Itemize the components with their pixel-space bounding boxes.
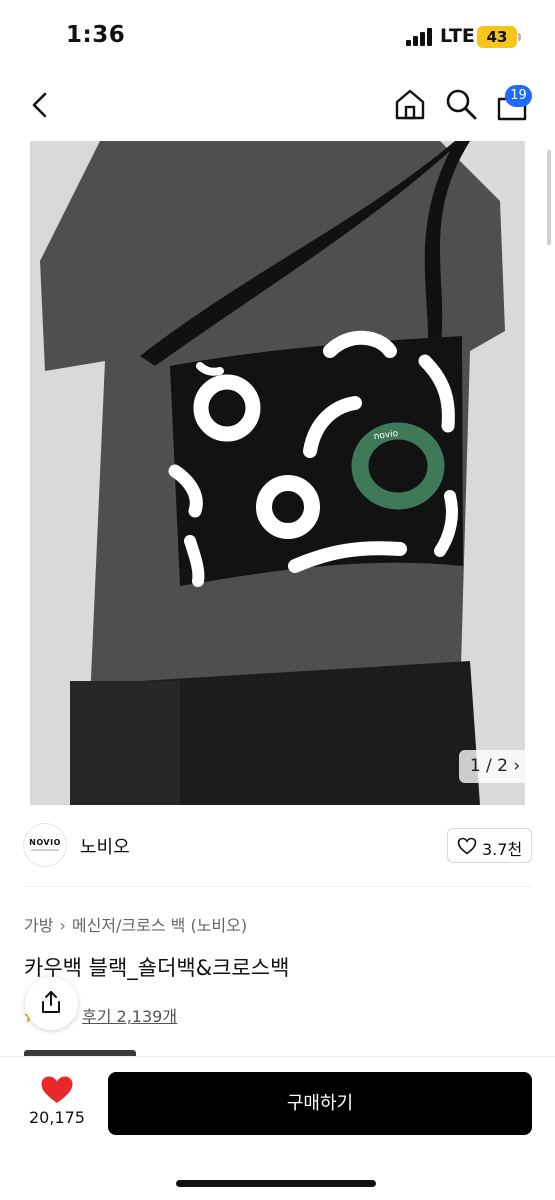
product-image[interactable]: novio <box>30 141 525 805</box>
share-icon <box>42 991 60 1013</box>
brand-like-count: 3.7천 <box>482 840 523 859</box>
brand-name[interactable]: 노비오 <box>80 833 130 859</box>
brand-logo-underline <box>31 849 59 851</box>
brand-like-button[interactable]: 3.7천 <box>447 828 532 863</box>
buy-button[interactable]: 구매하기 <box>108 1072 532 1135</box>
share-button[interactable] <box>25 977 78 1030</box>
wishlist-button[interactable]: 20,175 <box>24 1072 90 1134</box>
heart-outline-icon <box>457 837 477 855</box>
status-time: 1:36 <box>66 22 126 48</box>
scrollbar[interactable] <box>547 150 551 245</box>
breadcrumb-item-messenger[interactable]: 메신저/크로스 백 (노비오) <box>72 912 247 936</box>
wishlist-count: 20,175 <box>29 1108 85 1127</box>
network-label: LTE <box>440 25 475 47</box>
chevron-right-icon: › <box>59 916 66 935</box>
search-icon[interactable] <box>444 87 478 121</box>
cart-badge: 19 <box>505 85 532 107</box>
nav-bar <box>0 78 555 132</box>
battery-icon: 43 <box>477 26 521 48</box>
product-photo: novio <box>30 141 525 805</box>
breadcrumb: 가방 › 메신저/크로스 백 (노비오) <box>24 912 247 936</box>
status-bar: 1:36 LTE 43 <box>0 0 555 72</box>
home-icon[interactable] <box>393 87 427 121</box>
battery-level: 43 <box>486 28 508 46</box>
heart-filled-icon <box>41 1076 73 1103</box>
brand-logo[interactable]: NOVIO <box>23 823 67 867</box>
image-counter[interactable]: 1 / 2 › <box>459 750 531 783</box>
breadcrumb-item-bag[interactable]: 가방 <box>24 912 53 936</box>
home-indicator <box>176 1180 376 1187</box>
brand-logo-text: NOVIO <box>29 838 61 847</box>
divider <box>24 886 532 887</box>
review-count-link[interactable]: 후기 2,139개 <box>82 1003 177 1027</box>
signal-icon <box>406 28 436 46</box>
product-title: 카우백 블랙_숄더백&크로스백 <box>24 956 290 980</box>
back-icon[interactable] <box>26 88 56 122</box>
